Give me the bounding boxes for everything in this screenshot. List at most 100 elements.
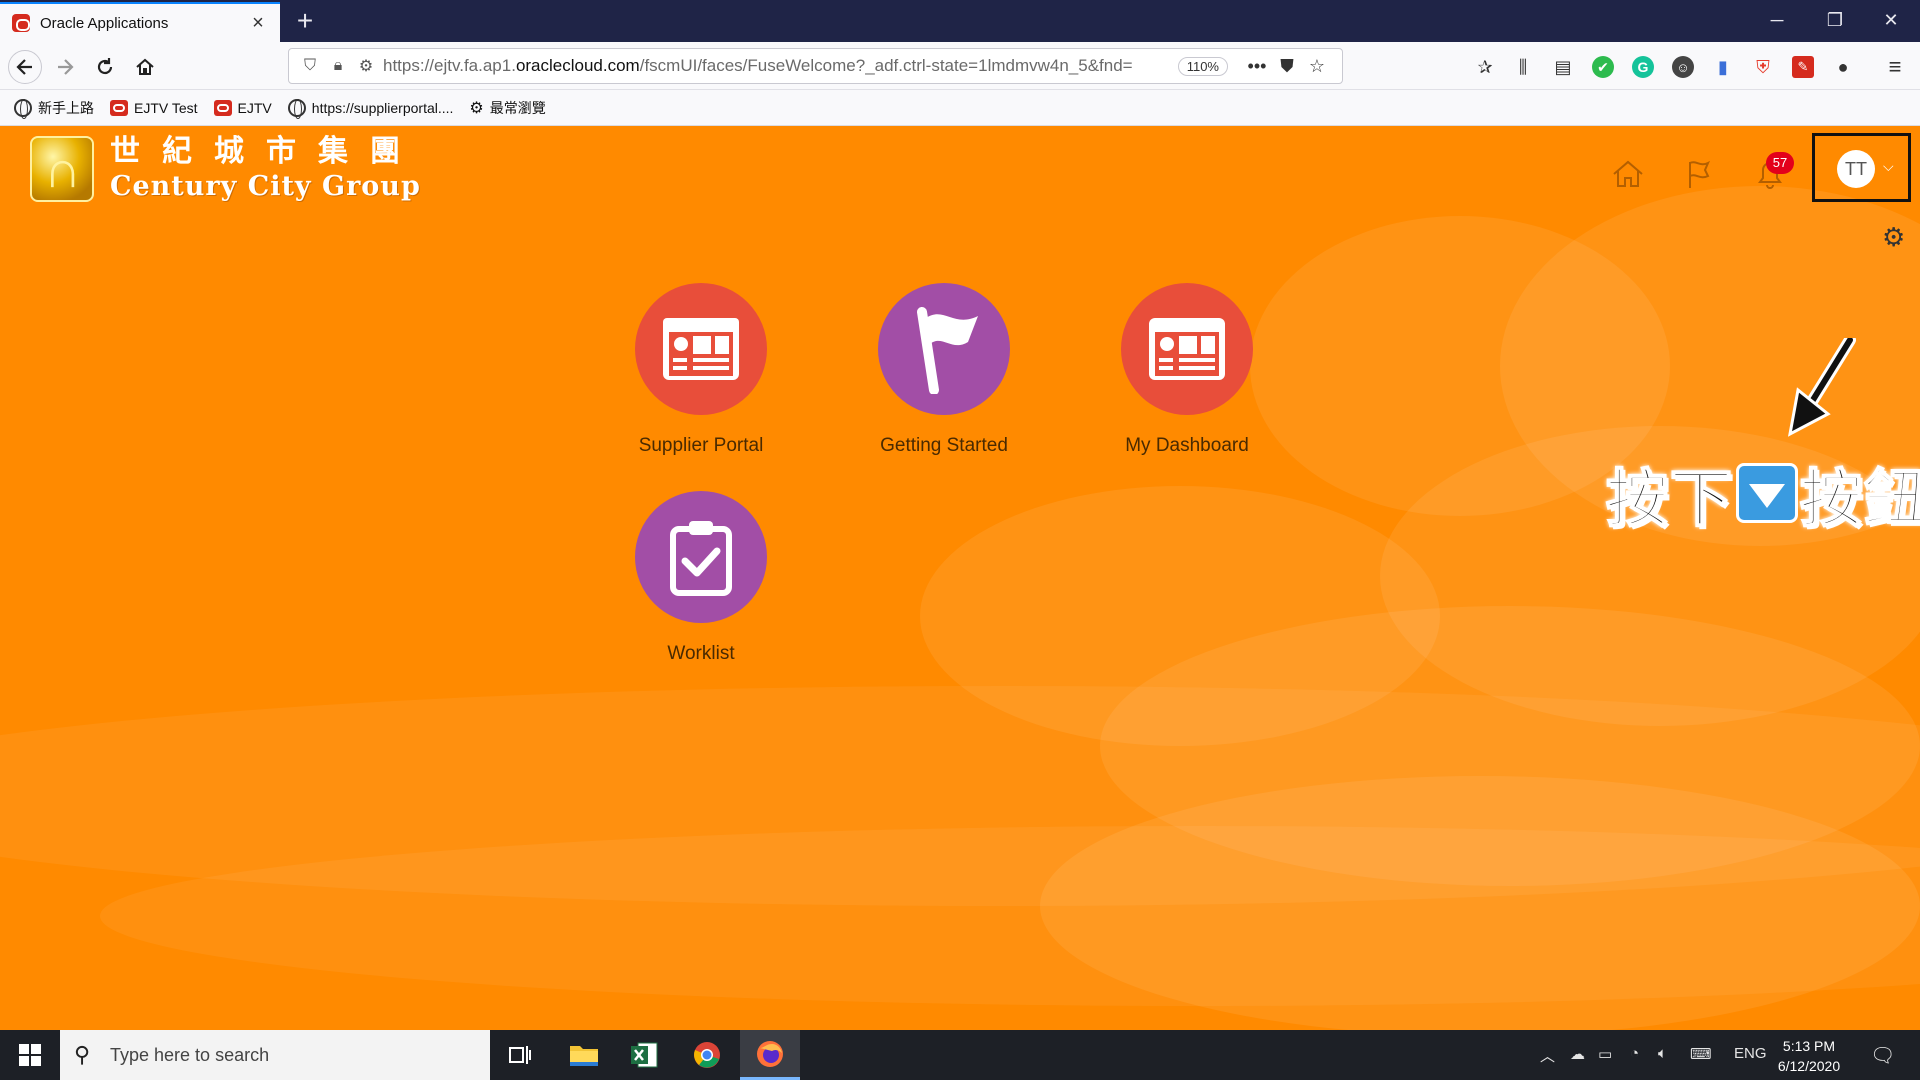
app-tile-worklist[interactable]: Worklist [601, 491, 801, 665]
extension-check-icon[interactable]: ✔ [1592, 56, 1614, 78]
task-view-button[interactable] [490, 1030, 550, 1080]
notification-count-badge: 57 [1766, 152, 1794, 174]
extension-dots-icon[interactable]: ● [1832, 56, 1854, 78]
bookmark-item[interactable]: ⚙ 最常瀏覽 [469, 98, 545, 118]
oracle-favicon-icon [12, 14, 30, 32]
callout-text-after: 按鈕 [1799, 464, 1920, 535]
logo-mark-icon [30, 136, 94, 202]
chevron-down-icon[interactable]: ⌵ [1883, 158, 1894, 175]
battery-icon[interactable]: ▭ [1598, 1045, 1612, 1063]
browser-tab-oracle-applications[interactable]: Oracle Applications × [0, 2, 280, 42]
action-center-notification-icon[interactable]: 🗨︎ [1870, 1043, 1895, 1068]
browser-nav-bar: ⛉ 🔒︎ ⚙ https://ejtv.fa.ap1.oraclecloud.c… [0, 42, 1920, 90]
close-window-button[interactable]: ✕ [1862, 0, 1920, 40]
logo-english-name: Century City Group [110, 171, 421, 202]
taskbar-search-box[interactable]: ⚲ Type here to search [60, 1030, 490, 1080]
excel-icon [631, 1042, 658, 1068]
new-tab-button[interactable]: + [288, 4, 322, 38]
reload-button[interactable] [88, 50, 122, 84]
volume-icon[interactable]: 🔈︎ [1658, 1045, 1667, 1062]
bookmark-item[interactable]: 新手上路 [14, 98, 94, 119]
tab-close-button[interactable]: × [248, 12, 268, 35]
logo-text: 世紀城市集團 Century City Group [110, 134, 422, 204]
bookmark-label: EJTV [237, 99, 272, 116]
bookmarks-star-list-icon[interactable]: ✰ [1474, 56, 1496, 78]
clipboard-check-icon [670, 521, 732, 596]
dashboard-icon [1149, 318, 1225, 380]
home-button[interactable] [128, 50, 162, 84]
url-text[interactable]: https://ejtv.fa.ap1.oraclecloud.com/fscm… [383, 56, 1164, 76]
start-button[interactable] [0, 1030, 60, 1080]
arrow-right-icon [58, 59, 74, 75]
settings-gear-icon[interactable]: ⚙ [1882, 222, 1905, 253]
bookmark-extension-icon[interactable]: ▮ [1712, 56, 1734, 78]
bookmark-item[interactable]: https://supplierportal.... [287, 98, 454, 119]
chrome-icon [694, 1042, 720, 1068]
input-language-indicator[interactable]: ENG [1734, 1045, 1767, 1062]
app-icon-circle [878, 283, 1010, 415]
globe-icon [287, 98, 306, 119]
dropdown-triangle-icon [1736, 463, 1799, 523]
pocket-icon[interactable]: ⛊ [1272, 56, 1302, 77]
ublock-shield-icon[interactable]: ⛨ [1752, 56, 1774, 78]
system-clock[interactable]: 5:13 PM 6/12/2020 [1764, 1036, 1854, 1076]
app-label[interactable]: My Dashboard [1087, 435, 1287, 457]
firefox-app[interactable] [740, 1030, 800, 1080]
bookmark-item[interactable]: EJTV [213, 99, 272, 116]
oracle-icon [213, 99, 232, 116]
search-icon: ⚲ [74, 1042, 91, 1067]
grammarly-icon[interactable]: G [1632, 56, 1654, 78]
callout-arrow-icon [1787, 338, 1856, 437]
back-button[interactable] [8, 50, 42, 84]
home-icon[interactable] [1608, 154, 1648, 194]
bookmark-label: https://supplierportal.... [311, 99, 454, 116]
logo-chinese-name: 世紀城市集團 [110, 134, 422, 169]
app-tile-my-dashboard[interactable]: My Dashboard [1087, 283, 1287, 457]
globe-icon [14, 98, 32, 119]
company-logo[interactable]: 世紀城市集團 Century City Group [30, 134, 422, 204]
app-tile-supplier-portal[interactable]: Supplier Portal [601, 283, 801, 457]
app-label[interactable]: Getting Started [844, 435, 1044, 457]
bookmark-item[interactable]: EJTV Test [110, 99, 198, 116]
chrome-app[interactable] [677, 1030, 737, 1080]
user-avatar: TT [1837, 150, 1875, 188]
url-domain: oraclecloud.com [515, 56, 640, 75]
page-actions-button[interactable]: ••• [1242, 56, 1272, 77]
wifi-icon[interactable]: ◔ [1630, 1045, 1639, 1062]
lock-icon: 🔒︎ [333, 57, 343, 74]
menu-hamburger-icon[interactable]: ≡ [1884, 54, 1906, 79]
oracle-icon [110, 99, 128, 116]
address-bar[interactable]: ⛉ 🔒︎ ⚙ https://ejtv.fa.ap1.oraclecloud.c… [288, 48, 1343, 84]
bookmark-label: EJTV Test [134, 99, 198, 116]
account-icon[interactable]: ☺ [1672, 56, 1694, 78]
tab-title: Oracle Applications [40, 14, 169, 32]
restore-window-button[interactable]: ❐ [1806, 0, 1864, 40]
onedrive-cloud-icon[interactable]: ☁ [1570, 1045, 1585, 1063]
bookmark-star-icon[interactable]: ☆ [1302, 56, 1332, 77]
show-hidden-icons-chevron-icon[interactable]: ︿ [1540, 1045, 1555, 1066]
url-prefix: https://ejtv.fa.ap1. [383, 56, 516, 75]
home-icon [136, 58, 154, 75]
file-explorer-app[interactable] [554, 1030, 614, 1080]
task-view-icon [509, 1046, 531, 1064]
app-icon-circle [635, 491, 767, 623]
keyboard-icon[interactable]: ⌨ [1690, 1045, 1712, 1063]
minimize-window-button[interactable]: ─ [1748, 0, 1806, 40]
callout-text-before: 按下 [1605, 464, 1735, 535]
app-label[interactable]: Worklist [601, 643, 801, 665]
library-icon[interactable]: ⫼ [1512, 56, 1534, 78]
gear-icon: ⚙ [469, 99, 484, 117]
zoom-level-badge[interactable]: 110% [1177, 56, 1228, 76]
flag-icon [917, 307, 978, 394]
favorites-flag-icon[interactable] [1678, 154, 1718, 194]
windows-taskbar: ⚲ Type here to search ︿ ☁ ▭ ◔ 🔈︎ ⌨ ENG 5… [0, 1030, 1920, 1080]
sidebar-icon[interactable]: ▤ [1552, 56, 1574, 78]
forward-button[interactable] [48, 50, 82, 84]
app-tile-getting-started[interactable]: Getting Started [844, 283, 1044, 457]
app-label[interactable]: Supplier Portal [601, 435, 801, 457]
dashboard-icon [663, 318, 739, 380]
search-placeholder: Type here to search [110, 1044, 270, 1065]
pdf-extension-icon[interactable]: ✎ [1792, 56, 1814, 78]
user-menu-button[interactable]: TT ⌵ [1812, 133, 1911, 202]
excel-app[interactable] [614, 1030, 674, 1080]
